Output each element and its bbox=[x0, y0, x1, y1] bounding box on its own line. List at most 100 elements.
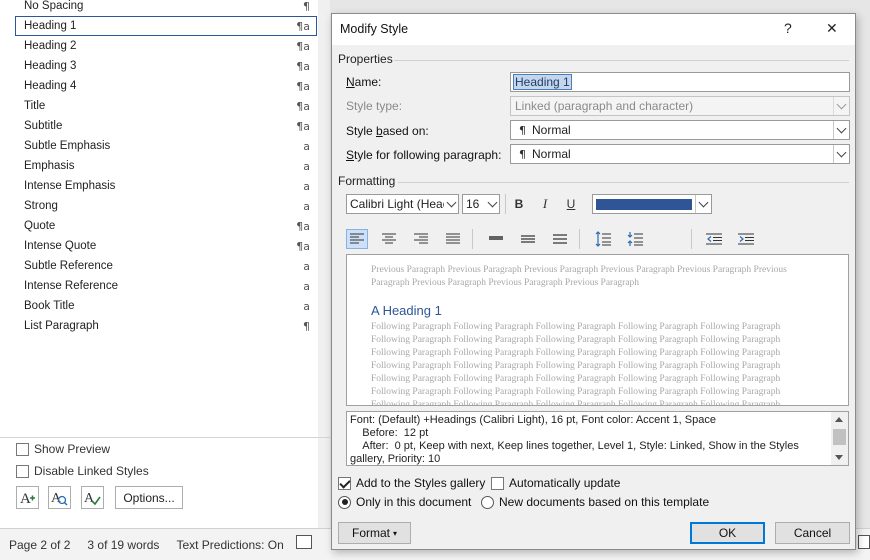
help-icon[interactable]: ? bbox=[784, 20, 792, 36]
disable-linked-styles-box[interactable] bbox=[16, 464, 29, 478]
add-to-gallery-checkbox[interactable]: Add to the Styles gallery bbox=[338, 476, 485, 490]
name-field[interactable]: Heading 1 bbox=[510, 72, 850, 92]
format-button[interactable]: Format ▾ bbox=[338, 522, 411, 544]
italic-button[interactable]: I bbox=[535, 194, 555, 214]
style-type-icon: ¶a bbox=[296, 99, 310, 113]
style-based-on-dropdown[interactable]: ¶ Normal bbox=[510, 120, 850, 140]
align-right-button[interactable] bbox=[410, 229, 432, 249]
style-list-item[interactable]: Intense Quote ¶a bbox=[15, 236, 317, 256]
increase-indent-button[interactable] bbox=[735, 229, 757, 249]
font-size-dropdown[interactable]: 16 bbox=[462, 194, 500, 214]
style-type-icon: ¶a bbox=[296, 59, 310, 73]
ok-button[interactable]: OK bbox=[690, 522, 765, 544]
accessibility-icon[interactable] bbox=[296, 535, 312, 549]
add-to-gallery-box[interactable] bbox=[338, 476, 351, 490]
text-predictions[interactable]: Text Predictions: On bbox=[176, 538, 283, 552]
svg-text:A: A bbox=[84, 491, 95, 506]
style-name: Intense Emphasis bbox=[24, 180, 116, 192]
style-list-item[interactable]: Subtle Reference a bbox=[15, 256, 317, 276]
underline-button[interactable]: U bbox=[561, 194, 581, 214]
scroll-up-icon[interactable] bbox=[835, 417, 843, 422]
align-left-button[interactable] bbox=[346, 229, 368, 249]
style-type-icon: ¶a bbox=[296, 19, 310, 33]
dropdown-arrow-icon: ▾ bbox=[393, 528, 398, 538]
show-preview-box[interactable] bbox=[16, 442, 29, 456]
format-button-label: Format bbox=[351, 526, 390, 540]
style-list-item[interactable]: Intense Emphasis a bbox=[15, 176, 317, 196]
increase-paragraph-spacing-button[interactable] bbox=[592, 229, 614, 249]
style-type-icon: ¶a bbox=[296, 39, 310, 53]
decrease-spacing-icon bbox=[627, 232, 643, 246]
word-count[interactable]: 3 of 19 words bbox=[87, 538, 159, 552]
bold-button[interactable]: B bbox=[509, 194, 529, 214]
formatting-section-label: Formatting bbox=[338, 174, 396, 188]
page-count[interactable]: Page 2 of 2 bbox=[9, 538, 70, 552]
description-scrollbar[interactable] bbox=[831, 412, 848, 465]
auto-update-box[interactable] bbox=[491, 476, 504, 490]
style-inspector-button[interactable]: A bbox=[48, 486, 71, 509]
new-documents-radio[interactable]: New documents based on this template bbox=[481, 495, 709, 509]
justify-button[interactable] bbox=[442, 229, 464, 249]
style-list-item[interactable]: Heading 3 ¶a bbox=[15, 56, 317, 76]
cancel-button[interactable]: Cancel bbox=[775, 522, 850, 544]
modify-style-dialog: Modify Style ? ✕ Properties Name: Headin… bbox=[331, 13, 856, 550]
style-name: Title bbox=[24, 100, 46, 112]
disable-linked-styles-checkbox[interactable]: Disable Linked Styles bbox=[16, 464, 149, 478]
style-list-item[interactable]: Title ¶a bbox=[15, 96, 317, 116]
style-list-item[interactable]: Intense Reference a bbox=[15, 276, 317, 296]
style-list-item[interactable]: Quote ¶a bbox=[15, 216, 317, 236]
style-list-item[interactable]: Heading 4 ¶a bbox=[15, 76, 317, 96]
only-this-document-dot[interactable] bbox=[338, 495, 351, 509]
options-button[interactable]: Options... bbox=[115, 486, 183, 509]
only-this-document-radio[interactable]: Only in this document bbox=[338, 495, 471, 509]
font-color-swatch bbox=[596, 199, 692, 210]
style-name: Book Title bbox=[24, 300, 75, 312]
style-name: Emphasis bbox=[24, 160, 75, 172]
style-type-icon: ¶a bbox=[296, 239, 310, 253]
manage-styles-button[interactable]: A bbox=[81, 486, 104, 509]
new-style-button[interactable]: A bbox=[16, 486, 39, 509]
style-type-icon: a bbox=[303, 179, 310, 193]
increase-spacing-icon bbox=[595, 231, 611, 247]
view-mode-icon[interactable] bbox=[858, 535, 870, 549]
styles-pane-scrollbar[interactable] bbox=[318, 0, 330, 528]
decrease-indent-button[interactable] bbox=[703, 229, 725, 249]
style-type-icon: a bbox=[303, 299, 310, 313]
decrease-paragraph-spacing-button[interactable] bbox=[624, 229, 646, 249]
close-icon[interactable]: ✕ bbox=[826, 20, 838, 37]
style-list-item[interactable]: Strong a bbox=[15, 196, 317, 216]
style-list-item[interactable]: Subtle Emphasis a bbox=[15, 136, 317, 156]
style-list-item[interactable]: Book Title a bbox=[15, 296, 317, 316]
scroll-thumb[interactable] bbox=[833, 429, 846, 445]
toolbar-separator bbox=[505, 194, 506, 214]
preview-heading: A Heading 1 bbox=[371, 303, 442, 318]
double-spacing-button[interactable] bbox=[549, 229, 571, 249]
align-left-icon bbox=[350, 233, 364, 244]
single-spacing-button[interactable] bbox=[485, 229, 507, 249]
align-center-button[interactable] bbox=[378, 229, 400, 249]
one-half-spacing-button[interactable] bbox=[517, 229, 539, 249]
show-preview-checkbox[interactable]: Show Preview bbox=[16, 442, 110, 456]
style-type-dropdown[interactable]: Linked (paragraph and character) bbox=[510, 96, 850, 116]
style-list-item[interactable]: Subtitle ¶a bbox=[15, 116, 317, 136]
font-name-dropdown[interactable]: Calibri Light (Heac bbox=[346, 194, 459, 214]
scroll-down-icon[interactable] bbox=[835, 455, 843, 460]
style-list-item[interactable]: List Paragraph ¶ bbox=[15, 316, 317, 336]
style-list-item[interactable]: Heading 1 ¶a bbox=[15, 16, 317, 36]
style-type-icon: a bbox=[303, 139, 310, 153]
disable-linked-styles-label: Disable Linked Styles bbox=[34, 464, 149, 478]
style-description-text: Font: (Default) +Headings (Calibri Light… bbox=[350, 414, 799, 465]
toolbar-separator bbox=[472, 229, 473, 249]
decrease-indent-icon bbox=[706, 233, 722, 245]
following-paragraph-dropdown[interactable]: ¶ Normal bbox=[510, 144, 850, 164]
chevron-down-icon bbox=[444, 195, 458, 213]
style-list-item[interactable]: No Spacing ¶ bbox=[15, 0, 317, 16]
font-color-dropdown[interactable] bbox=[592, 194, 712, 214]
style-list-item[interactable]: Heading 2 ¶a bbox=[15, 36, 317, 56]
auto-update-checkbox[interactable]: Automatically update bbox=[491, 476, 620, 490]
style-list-item[interactable]: Emphasis a bbox=[15, 156, 317, 176]
font-name-value: Calibri Light (Heac bbox=[350, 197, 444, 211]
paragraph-mark-icon: ¶ bbox=[519, 148, 526, 161]
new-documents-dot[interactable] bbox=[481, 495, 494, 509]
increase-indent-icon bbox=[738, 233, 754, 245]
